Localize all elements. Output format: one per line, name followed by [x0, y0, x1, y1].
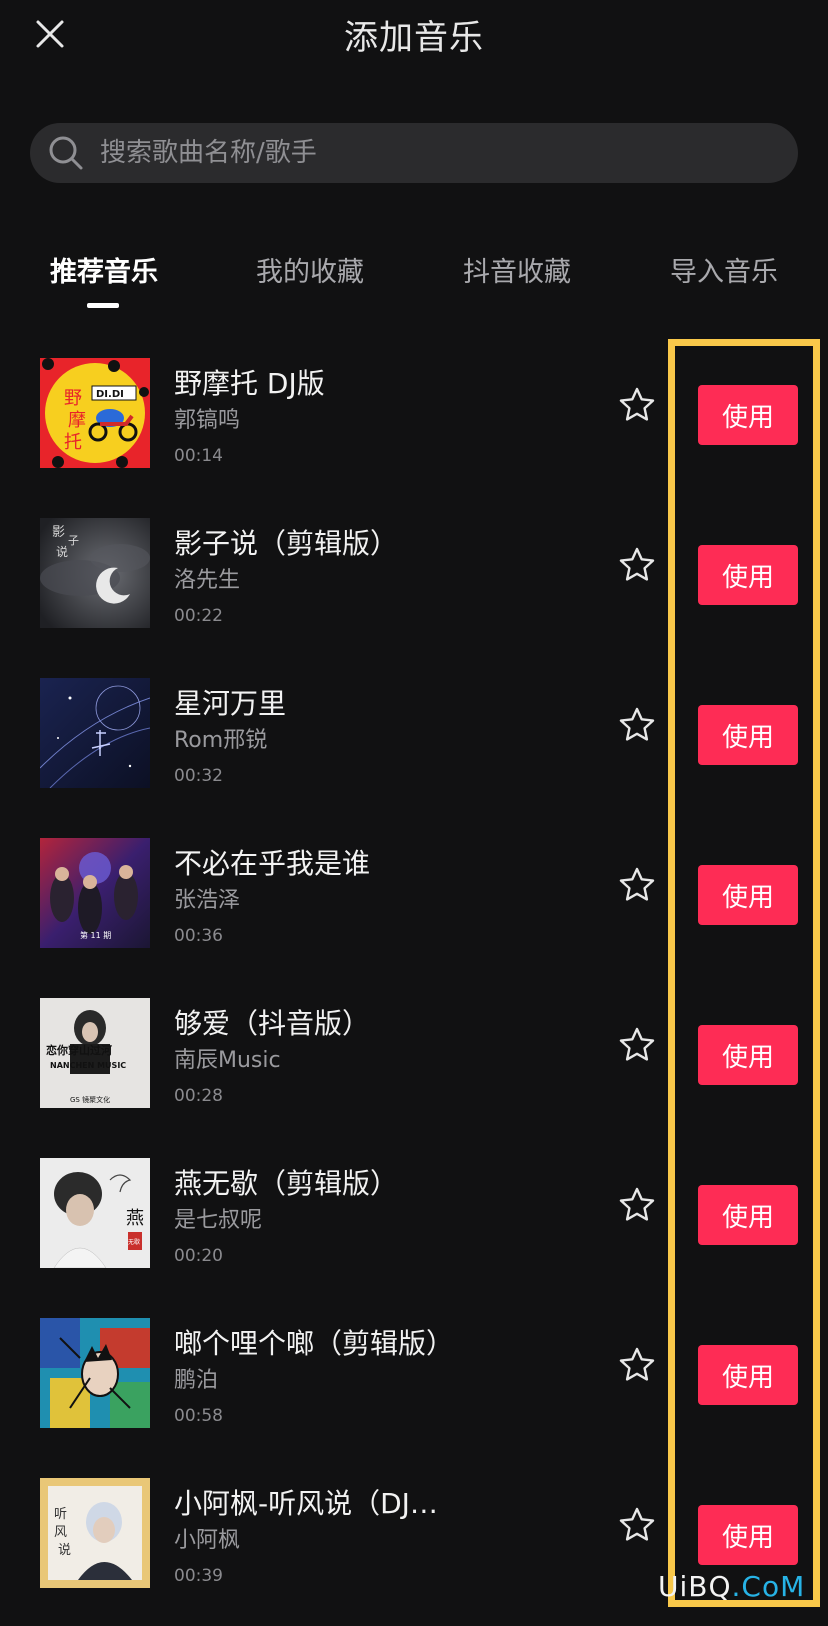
song-row[interactable]: 燕 无歇 燕无歇（剪辑版） 是七叔呢 00:20 使用	[0, 1146, 828, 1306]
song-duration: 00:14	[174, 446, 223, 466]
tab-recommended[interactable]: 推荐音乐	[50, 250, 158, 289]
song-duration: 00:39	[174, 1566, 223, 1586]
cover-char: 风	[54, 1525, 67, 1540]
watermark: UiBQ.CoM	[658, 1570, 805, 1603]
cover-char: 燕	[126, 1208, 144, 1229]
song-row[interactable]: DI.DI 野 摩 托 野摩托 DJ版 郭镐鸣 00:14 使用	[0, 346, 828, 506]
song-artist: 洛先生	[174, 568, 241, 593]
use-button[interactable]: 使用	[698, 1185, 798, 1245]
use-button[interactable]: 使用	[698, 865, 798, 925]
cover-text: NANCHEN MUSIC	[50, 1061, 126, 1070]
star-icon[interactable]	[618, 1026, 656, 1064]
album-cover: 听 风 说	[40, 1478, 150, 1588]
star-icon[interactable]	[618, 1186, 656, 1224]
cover-char: 摩	[68, 410, 86, 431]
watermark-prefix: UiBQ	[658, 1570, 732, 1603]
use-button[interactable]: 使用	[698, 1025, 798, 1085]
use-button[interactable]: 使用	[698, 1505, 798, 1565]
song-row[interactable]: 恋你穿山过河 NANCHEN MUSIC GS 镜聚文化 够爱（抖音版） 南辰M…	[0, 986, 828, 1146]
use-button[interactable]: 使用	[698, 545, 798, 605]
song-title: 燕无歇（剪辑版）	[174, 1167, 399, 1200]
song-duration: 00:36	[174, 926, 223, 946]
song-artist: 张浩泽	[174, 888, 241, 913]
use-button[interactable]: 使用	[698, 385, 798, 445]
song-duration: 00:58	[174, 1406, 223, 1426]
watermark-suffix: .CoM	[731, 1570, 806, 1603]
song-artist: 鹏泊	[174, 1368, 219, 1393]
star-icon[interactable]	[618, 386, 656, 424]
tab-douyin-favorites[interactable]: 抖音收藏	[463, 250, 571, 289]
album-cover: 影 子 说	[40, 518, 150, 628]
song-row[interactable]: 星河万里 Rom邢锐 00:32 使用	[0, 666, 828, 826]
song-artist: 是七叔呢	[174, 1208, 263, 1233]
tab-import-music[interactable]: 导入音乐	[670, 250, 778, 289]
album-cover	[40, 1318, 150, 1428]
song-title: 野摩托 DJ版	[174, 367, 325, 400]
song-row[interactable]: 影 子 说 影子说（剪辑版） 洛先生 00:22 使用	[0, 506, 828, 666]
cover-char: 影	[52, 525, 65, 540]
album-cover: 第 11 期	[40, 838, 150, 948]
song-artist: 小阿枫	[174, 1528, 241, 1553]
album-cover: 燕 无歇	[40, 1158, 150, 1268]
song-artist: 郭镐鸣	[174, 408, 241, 433]
cover-char: 托	[64, 432, 82, 453]
search-icon	[49, 136, 83, 170]
star-icon[interactable]	[618, 1506, 656, 1544]
song-duration: 00:32	[174, 766, 223, 786]
song-row[interactable]: 啷个哩个啷（剪辑版） 鹏泊 00:58 使用	[0, 1306, 828, 1466]
star-icon[interactable]	[618, 706, 656, 744]
cover-badge: DI.DI	[96, 389, 124, 400]
album-cover	[40, 678, 150, 788]
song-duration: 00:28	[174, 1086, 223, 1106]
cover-char: 说	[58, 1543, 71, 1558]
song-duration: 00:22	[174, 606, 223, 626]
star-icon[interactable]	[618, 866, 656, 904]
search-bar[interactable]	[30, 122, 798, 184]
page-title: 添加音乐	[344, 18, 484, 58]
album-cover: DI.DI 野 摩 托	[40, 358, 150, 468]
cover-char: 听	[54, 1507, 67, 1522]
cover-text: 恋你穿山过河	[46, 1043, 112, 1057]
song-duration: 00:20	[174, 1246, 223, 1266]
tab-my-favorites[interactable]: 我的收藏	[256, 250, 364, 289]
album-cover: 恋你穿山过河 NANCHEN MUSIC GS 镜聚文化	[40, 998, 150, 1108]
star-icon[interactable]	[618, 1346, 656, 1384]
song-title: 够爱（抖音版）	[174, 1007, 371, 1040]
active-tab-indicator	[87, 303, 119, 308]
search-input[interactable]	[98, 122, 798, 184]
cover-char: 子	[68, 534, 79, 547]
song-title: 影子说（剪辑版）	[174, 527, 399, 560]
cover-char: 无歇	[128, 1238, 140, 1246]
song-title: 啷个哩个啷（剪辑版）	[174, 1327, 455, 1360]
cover-char: 野	[64, 388, 82, 409]
cover-text: GS 镜聚文化	[70, 1095, 110, 1104]
song-list: DI.DI 野 摩 托 野摩托 DJ版 郭镐鸣 00:14 使用 影 子 说 影…	[0, 346, 828, 1626]
use-button[interactable]: 使用	[698, 705, 798, 765]
cover-char: 说	[56, 544, 68, 559]
star-icon[interactable]	[618, 546, 656, 584]
song-artist: 南辰Music	[174, 1048, 281, 1073]
song-artist: Rom邢锐	[174, 728, 268, 753]
song-title: 不必在乎我是谁	[174, 847, 371, 880]
song-title: 小阿枫-听风说（DJ…	[174, 1487, 438, 1520]
song-title: 星河万里	[174, 687, 287, 720]
use-button[interactable]: 使用	[698, 1345, 798, 1405]
song-row[interactable]: 第 11 期 不必在乎我是谁 张浩泽 00:36 使用	[0, 826, 828, 986]
header-bar: 添加音乐	[0, 0, 828, 68]
tab-bar: 推荐音乐 我的收藏 抖音收藏 导入音乐	[0, 250, 828, 310]
cover-text: 第 11 期	[80, 930, 111, 940]
